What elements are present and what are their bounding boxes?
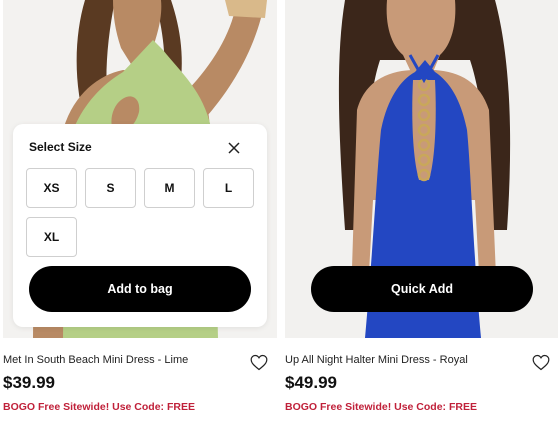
size-option-xs[interactable]: XS	[26, 168, 77, 208]
heart-icon[interactable]	[250, 354, 268, 371]
product-name[interactable]: Up All Night Halter Mini Dress - Royal	[285, 354, 468, 366]
size-selector-panel: Select Size XS S M L XL Add to bag	[13, 124, 267, 327]
quick-add-button[interactable]: Quick Add	[311, 266, 533, 312]
promo-text: BOGO Free Sitewide! Use Code: FREE	[3, 401, 195, 413]
product-name[interactable]: Met In South Beach Mini Dress - Lime	[3, 354, 188, 366]
size-selector-title: Select Size	[29, 140, 92, 154]
size-option-l[interactable]: L	[203, 168, 254, 208]
size-option-xl[interactable]: XL	[26, 217, 77, 257]
product-card-lime[interactable]: Select Size XS S M L XL Add to bag Met I…	[3, 0, 277, 427]
product-price: $39.99	[3, 373, 55, 392]
add-to-bag-button[interactable]: Add to bag	[29, 266, 251, 312]
heart-icon[interactable]	[532, 354, 550, 371]
promo-text: BOGO Free Sitewide! Use Code: FREE	[285, 401, 477, 413]
size-option-s[interactable]: S	[85, 168, 136, 208]
product-card-royal[interactable]: Quick Add Up All Night Halter Mini Dress…	[285, 0, 558, 427]
product-price: $49.99	[285, 373, 337, 392]
close-icon[interactable]	[226, 140, 242, 156]
size-option-m[interactable]: M	[144, 168, 195, 208]
